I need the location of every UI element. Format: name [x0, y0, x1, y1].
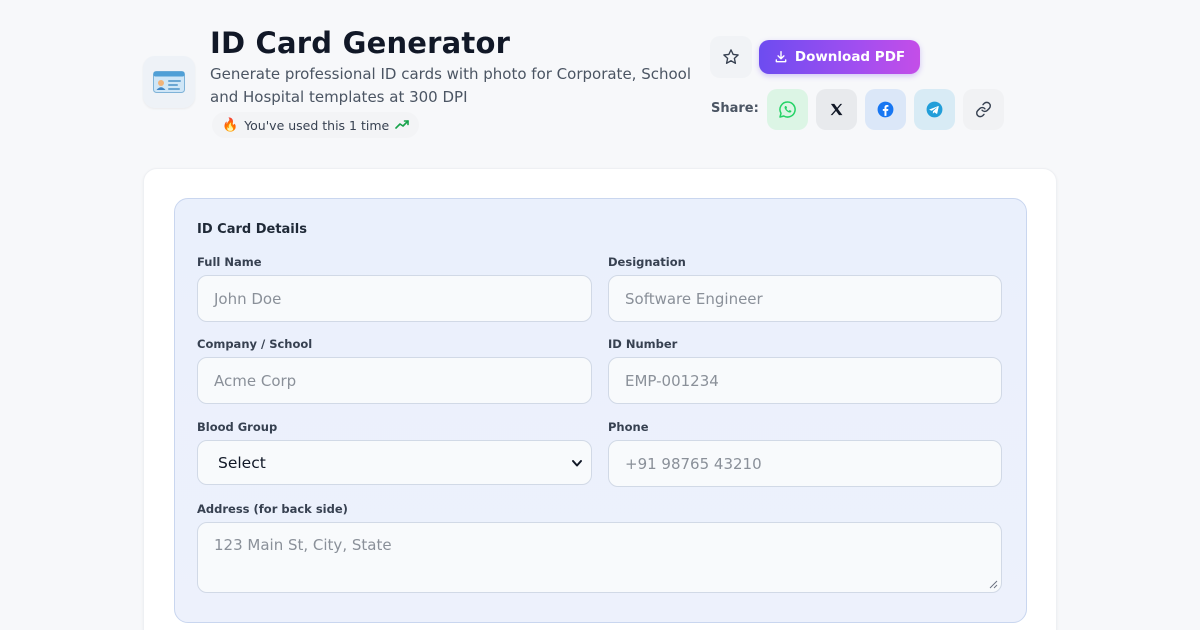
fire-icon: 🔥: [222, 117, 239, 133]
usage-badge: 🔥 You've used this 1 time: [212, 112, 420, 138]
link-icon: [976, 101, 991, 118]
designation-placeholder: Software Engineer: [625, 289, 763, 308]
download-pdf-label: Download PDF: [794, 49, 906, 65]
section-title: ID Card Details: [197, 222, 307, 237]
page-title: ID Card Generator: [210, 26, 511, 60]
blood-group-select[interactable]: Select: [197, 440, 592, 485]
company-input[interactable]: Acme Corp: [197, 357, 592, 404]
share-telegram-button[interactable]: [914, 89, 955, 130]
company-label: Company / School: [197, 337, 313, 351]
x-logo-icon: [830, 103, 843, 116]
blood-group-label: Blood Group: [197, 420, 278, 434]
id-number-label: ID Number: [608, 337, 678, 351]
phone-input[interactable]: +91 98765 43210: [608, 440, 1002, 487]
star-icon: [723, 49, 739, 64]
share-whatsapp-button[interactable]: [767, 89, 808, 130]
id-number-placeholder: EMP-001234: [625, 371, 719, 390]
page-subtitle: Generate professional ID cards with phot…: [210, 65, 692, 106]
copy-link-button[interactable]: [963, 89, 1004, 130]
share-facebook-button[interactable]: [865, 89, 906, 130]
favorite-button[interactable]: [710, 36, 752, 78]
address-placeholder: 123 Main St, City, State: [214, 536, 392, 554]
company-placeholder: Acme Corp: [214, 371, 297, 390]
facebook-icon: [877, 101, 894, 118]
phone-placeholder: +91 98765 43210: [625, 454, 762, 473]
id-number-input[interactable]: EMP-001234: [608, 357, 1002, 404]
trending-up-icon: [395, 120, 410, 129]
address-label: Address (for back side): [197, 502, 348, 516]
telegram-icon: [926, 101, 943, 118]
whatsapp-icon: [779, 101, 796, 118]
designation-label: Designation: [608, 255, 686, 269]
blood-group-value: Select: [218, 453, 266, 472]
full-name-input[interactable]: John Doe: [197, 275, 592, 322]
app-logo: [143, 56, 195, 108]
resize-handle-icon[interactable]: [989, 580, 998, 589]
chevron-down-icon: [572, 459, 582, 466]
download-icon: [775, 51, 787, 63]
designation-input[interactable]: Software Engineer: [608, 275, 1002, 322]
full-name-placeholder: John Doe: [214, 289, 282, 308]
share-label: Share:: [711, 101, 759, 116]
id-card-icon: [153, 71, 185, 93]
usage-text: You've used this 1 time: [244, 117, 390, 133]
phone-label: Phone: [608, 420, 649, 434]
address-textarea[interactable]: 123 Main St, City, State: [197, 522, 1002, 593]
full-name-label: Full Name: [197, 255, 262, 269]
download-pdf-button[interactable]: Download PDF: [759, 40, 920, 74]
share-x-button[interactable]: [816, 89, 857, 130]
